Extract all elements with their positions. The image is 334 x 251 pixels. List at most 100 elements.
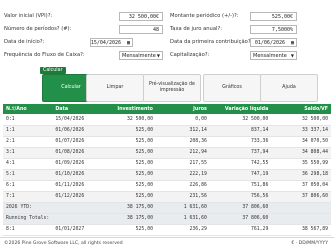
table-cell: 1:1 bbox=[3, 125, 53, 137]
cash-flow-frequency-label: Frequência do Fluxo de Caixa?: bbox=[4, 52, 85, 58]
table-cell: 837,14 bbox=[209, 125, 272, 137]
table-cell: 37 806,60 bbox=[209, 202, 272, 214]
table-cell: 34 808,44 bbox=[271, 147, 331, 159]
table-cell: 33 337,14 bbox=[271, 125, 331, 137]
table-cell: 37 806,60 bbox=[271, 191, 331, 203]
table-cell: 7:1 bbox=[3, 191, 53, 203]
table-cell: 38 175,00 bbox=[101, 213, 156, 225]
cash-flow-frequency-select[interactable]: Mensalmente ▼ bbox=[119, 51, 163, 60]
table-cell: 37 806,60 bbox=[209, 213, 272, 225]
capitalization-select[interactable]: Mensalmente ▼ bbox=[250, 51, 297, 60]
print-preview-button[interactable]: Pré-visualização de impressão bbox=[143, 74, 201, 102]
table-header-row: N.º/Ano Data Investimento Juros Variação… bbox=[3, 104, 331, 114]
amortization-table: N.º/Ano Data Investimento Juros Variação… bbox=[3, 104, 331, 236]
table-cell: 01/09/2026 bbox=[52, 158, 102, 170]
column-header[interactable]: Juros bbox=[156, 104, 210, 114]
column-header[interactable]: Saldo/VF bbox=[271, 104, 331, 114]
table-cell: 1 631,60 bbox=[155, 213, 210, 225]
table-cell: 525,00 bbox=[101, 224, 156, 236]
column-header[interactable]: Variação líquida bbox=[210, 104, 271, 114]
table-cell: 1 631,60 bbox=[155, 202, 210, 214]
monthly-amount-input[interactable]: 525,00€ bbox=[250, 12, 297, 21]
monthly-amount-label: Montante periódico (+/-)?: bbox=[170, 13, 239, 19]
table-cell: 01/11/2026 bbox=[52, 180, 102, 192]
table-row[interactable]: 1:1 01/06/2026 525,00 312,14 837,14 33 337,14 bbox=[3, 125, 331, 137]
column-header[interactable]: Data bbox=[52, 104, 101, 114]
table-cell: 525,00 bbox=[101, 125, 156, 137]
table-cell: 222,19 bbox=[155, 169, 210, 181]
subtotal-row[interactable]: 2026 YTD: 38 175,00 1 631,60 37 806,60 bbox=[3, 202, 331, 214]
table-cell: 2026 YTD: bbox=[3, 202, 53, 214]
table-row[interactable]: 0:1 15/04/2026 32 500,00 0,00 32 500,00 32 50… bbox=[3, 114, 331, 126]
start-date-input[interactable]: 15/04/2026 ▦ bbox=[90, 38, 133, 47]
table-row[interactable]: 7:1 01/12/2026 525,00 231,56 756,56 37 806,60 bbox=[3, 191, 331, 203]
table-cell: 38 175,00 bbox=[101, 202, 156, 214]
table-cell: 525,00 bbox=[101, 136, 156, 148]
table-cell: 236,29 bbox=[155, 224, 210, 236]
help-button[interactable]: Ajuda bbox=[260, 74, 318, 102]
copyright-text: ©2026 Pine Grove Software LLC, all right… bbox=[4, 241, 123, 246]
table-cell: 01/01/2027 bbox=[52, 224, 102, 236]
table-cell: Running Totals: bbox=[3, 213, 53, 225]
table-row[interactable]: 3:1 01/08/2026 525,00 212,94 737,94 34 808,44 bbox=[3, 147, 331, 159]
table-cell: 8:1 bbox=[3, 224, 53, 236]
calendar-icon[interactable]: ▦ bbox=[127, 40, 130, 46]
table-cell bbox=[271, 202, 331, 214]
initial-value-input[interactable]: 32 500,00€ bbox=[119, 12, 163, 21]
annual-rate-input[interactable]: 7,5000% bbox=[250, 25, 297, 34]
start-date-label: Data de início?: bbox=[4, 39, 45, 45]
table-cell: 2:1 bbox=[3, 136, 53, 148]
table-cell: 01/12/2026 bbox=[52, 191, 102, 203]
table-row[interactable]: 6:1 01/11/2026 525,00 226,86 751,86 37 050,04 bbox=[3, 180, 331, 192]
table-cell: 761,29 bbox=[209, 224, 272, 236]
table-cell: 3:1 bbox=[3, 147, 53, 159]
table-row[interactable]: 4:1 01/09/2026 525,00 217,55 742,55 35 550,99 bbox=[3, 158, 331, 170]
table-cell: 733,36 bbox=[209, 136, 272, 148]
table-cell: 15/04/2026 bbox=[52, 114, 102, 126]
table-row[interactable]: 8:1 01/01/2027 525,00 236,29 761,29 38 567,89 bbox=[3, 224, 331, 236]
clear-button[interactable]: Limpar bbox=[86, 74, 144, 102]
table-cell: 737,94 bbox=[209, 147, 272, 159]
calendar-icon[interactable]: ▦ bbox=[291, 40, 294, 46]
table-cell: 32 500,00 bbox=[209, 114, 272, 126]
table-cell: 208,36 bbox=[155, 136, 210, 148]
table-cell: 212,94 bbox=[155, 147, 210, 159]
table-cell: 742,55 bbox=[209, 158, 272, 170]
table-cell: 34 070,50 bbox=[271, 136, 331, 148]
table-cell: 751,86 bbox=[209, 180, 272, 192]
table-cell: 36 298,18 bbox=[271, 169, 331, 181]
table-cell bbox=[52, 202, 102, 214]
table-cell: 756,56 bbox=[209, 191, 272, 203]
format-indicator: € · DD/MM/YYYY bbox=[291, 241, 328, 246]
table-cell: 35 550,99 bbox=[271, 158, 331, 170]
table-cell: 525,00 bbox=[101, 180, 156, 192]
periods-input[interactable]: 48 bbox=[119, 25, 163, 34]
start-date-value: 15/04/2026 bbox=[90, 40, 121, 46]
table-cell: 01/06/2026 bbox=[52, 125, 102, 137]
capitalization-label: Capitalização?: bbox=[170, 52, 210, 58]
running-total-row[interactable]: Running Totals: 38 175,00 1 631,60 37 806,6… bbox=[3, 213, 331, 225]
initial-value-label: Valor inicial (VPI)?: bbox=[4, 13, 53, 19]
first-contribution-value: 01/06/2026 bbox=[254, 40, 285, 46]
capitalization-value: Mensalmente bbox=[253, 53, 287, 59]
annual-rate-label: Taxa de juro anual?: bbox=[170, 26, 222, 32]
table-cell: 01/07/2026 bbox=[52, 136, 102, 148]
charts-button[interactable]: Gráficos bbox=[203, 74, 261, 102]
column-header[interactable]: N.º/Ano bbox=[3, 104, 52, 114]
table-cell: 5:1 bbox=[3, 169, 53, 181]
table-cell: 231,56 bbox=[155, 191, 210, 203]
cash-flow-frequency-value: Mensalmente bbox=[122, 53, 156, 59]
chevron-down-icon: ▼ bbox=[290, 53, 294, 58]
action-buttons: Calcular Limpar Pré-visualização de impr… bbox=[0, 74, 334, 102]
table-cell: 312,14 bbox=[155, 125, 210, 137]
table-cell bbox=[271, 213, 331, 225]
table-cell: 37 050,04 bbox=[271, 180, 331, 192]
table-cell: 525,00 bbox=[101, 191, 156, 203]
first-contribution-input[interactable]: 01/06/2026 ▦ bbox=[250, 38, 297, 47]
table-cell: 38 567,89 bbox=[271, 224, 331, 236]
table-row[interactable]: 5:1 01/10/2026 525,00 222,19 747,19 36 298,18 bbox=[3, 169, 331, 181]
table-cell: 217,55 bbox=[155, 158, 210, 170]
table-cell: 01/08/2026 bbox=[52, 147, 102, 159]
table-row[interactable]: 2:1 01/07/2026 525,00 208,36 733,36 34 070,50 bbox=[3, 136, 331, 148]
column-header[interactable]: Investimento bbox=[101, 104, 156, 114]
